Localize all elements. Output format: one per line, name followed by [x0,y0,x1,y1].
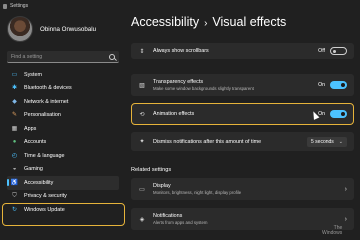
sidebar-item-windows-update[interactable]: ↻ Windows Update [7,203,119,217]
sidebar-nav: ▭ System ✱ Bluetooth & devices ◆ Network… [7,68,119,217]
main-content: Accessibility › Visual effects ⇕ Always sh… [126,12,360,240]
search-placeholder: Find a setting [11,53,43,60]
setting-transparency-effects: ▧ Transparency effects Make some window … [131,74,354,96]
sidebar-item-network[interactable]: ◆ Network & internet [7,95,119,109]
breadcrumb: Accessibility › Visual effects [131,15,286,29]
sidebar-item-system[interactable]: ▭ System [7,68,119,82]
update-icon: ↻ [11,206,18,213]
person-icon: ● [12,139,17,146]
sidebar-item-bluetooth[interactable]: ✱ Bluetooth & devices [7,82,119,96]
avatar[interactable] [7,16,33,42]
sidebar-item-accounts[interactable]: ● Accounts [7,136,119,150]
sidebar: Obinna Onwusobalu Find a setting ▭ Syste… [0,12,126,240]
sidebar-item-time-language[interactable]: ◴ Time & language [7,149,119,163]
sidebar-item-personalisation[interactable]: ✎ Personalisation [7,109,119,123]
sidebar-item-label: Bluetooth & devices [24,85,72,92]
user-name: Obinna Onwusobalu [40,25,97,33]
sidebar-item-label: System [24,71,42,78]
animation-toggle[interactable] [330,110,347,118]
related-notifications[interactable]: ◈ Notifications Alerts from apps and sys… [131,208,354,230]
setting-title: Always show scrollbars [153,48,209,54]
setting-title: Display [153,183,171,189]
setting-subtitle: Monitors, brightness, night light, displ… [153,190,242,195]
apps-icon: ▦ [11,125,18,132]
accessibility-icon: ♿ [10,179,19,186]
search-icon[interactable] [109,53,115,60]
sidebar-item-privacy[interactable]: ⛉ Privacy & security [7,190,119,204]
watermark: The Windows [322,226,342,236]
bluetooth-icon: ✱ [11,85,18,92]
display-icon: ▭ [139,186,145,193]
dismiss-duration-select[interactable]: 5 seconds ⌄ [307,136,347,147]
setting-title: Animation effects [153,111,195,117]
user-profile[interactable]: Obinna Onwusobalu [7,16,96,42]
sidebar-item-label: Time & language [24,152,65,159]
setting-title: Transparency effects [153,79,204,85]
brush-icon: ✎ [11,112,18,119]
setting-dismiss-notifications: ✦ Dismiss notifications after this amoun… [131,132,354,151]
notification-icon: ◈ [139,216,145,223]
page-title: Visual effects [212,15,287,29]
sidebar-item-label: Privacy & security [24,193,67,200]
sidebar-item-label: Accounts [24,139,47,146]
shield-icon: ⛉ [12,193,17,200]
transparency-toggle[interactable] [330,81,347,89]
toggle-state-label: On [318,82,325,88]
gamepad-icon: ◒ [12,166,17,173]
sidebar-item-label: Apps [24,125,37,132]
wifi-icon: ◆ [12,98,17,105]
setting-subtitle: Alerts from apps and system [153,220,208,225]
sidebar-item-label: Personalisation [24,112,61,119]
setting-title: Dismiss notifications after this amount … [153,138,262,145]
window-title: Settings [10,3,29,9]
title-bar: Settings [0,0,360,12]
sidebar-item-accessibility[interactable]: ♿ Accessibility [7,176,119,190]
breadcrumb-parent[interactable]: Accessibility [131,15,199,29]
scrollbar-icon: ⇕ [139,48,145,55]
chevron-down-icon: ⌄ [338,138,343,145]
setting-animation-effects: ⟲ Animation effects On [131,104,354,124]
sidebar-item-label: Gaming [24,166,43,173]
sidebar-item-label: Network & internet [24,98,69,105]
transparency-icon: ▧ [139,82,145,89]
setting-subtitle: Make some window backgrounds slightly tr… [153,86,254,91]
breadcrumb-separator: › [204,18,208,29]
setting-title: Notifications [153,213,183,219]
monitor-icon: ▭ [11,71,18,78]
section-heading: Related settings [131,167,172,173]
setting-always-show-scrollbars: ⇕ Always show scrollbars Off [131,43,354,59]
toggle-state-label: Off [318,48,325,54]
sidebar-item-label: Windows Update [24,206,65,213]
watermark-line2: Windows [322,230,343,236]
select-value: 5 seconds [311,138,334,145]
globe-clock-icon: ◴ [11,152,18,159]
scrollbars-toggle[interactable] [330,47,347,55]
animation-icon: ⟲ [139,111,145,118]
search-input[interactable]: Find a setting [7,51,119,63]
related-display[interactable]: ▭ Display Monitors, brightness, night li… [131,178,354,200]
sidebar-item-label: Accessibility [24,179,54,186]
chevron-right-icon: › [344,185,347,193]
sidebar-item-gaming[interactable]: ◒ Gaming [7,163,119,177]
sidebar-item-apps[interactable]: ▦ Apps [7,122,119,136]
settings-app-icon [3,3,7,9]
bell-icon: ✦ [139,139,145,145]
chevron-right-icon: › [344,215,347,223]
